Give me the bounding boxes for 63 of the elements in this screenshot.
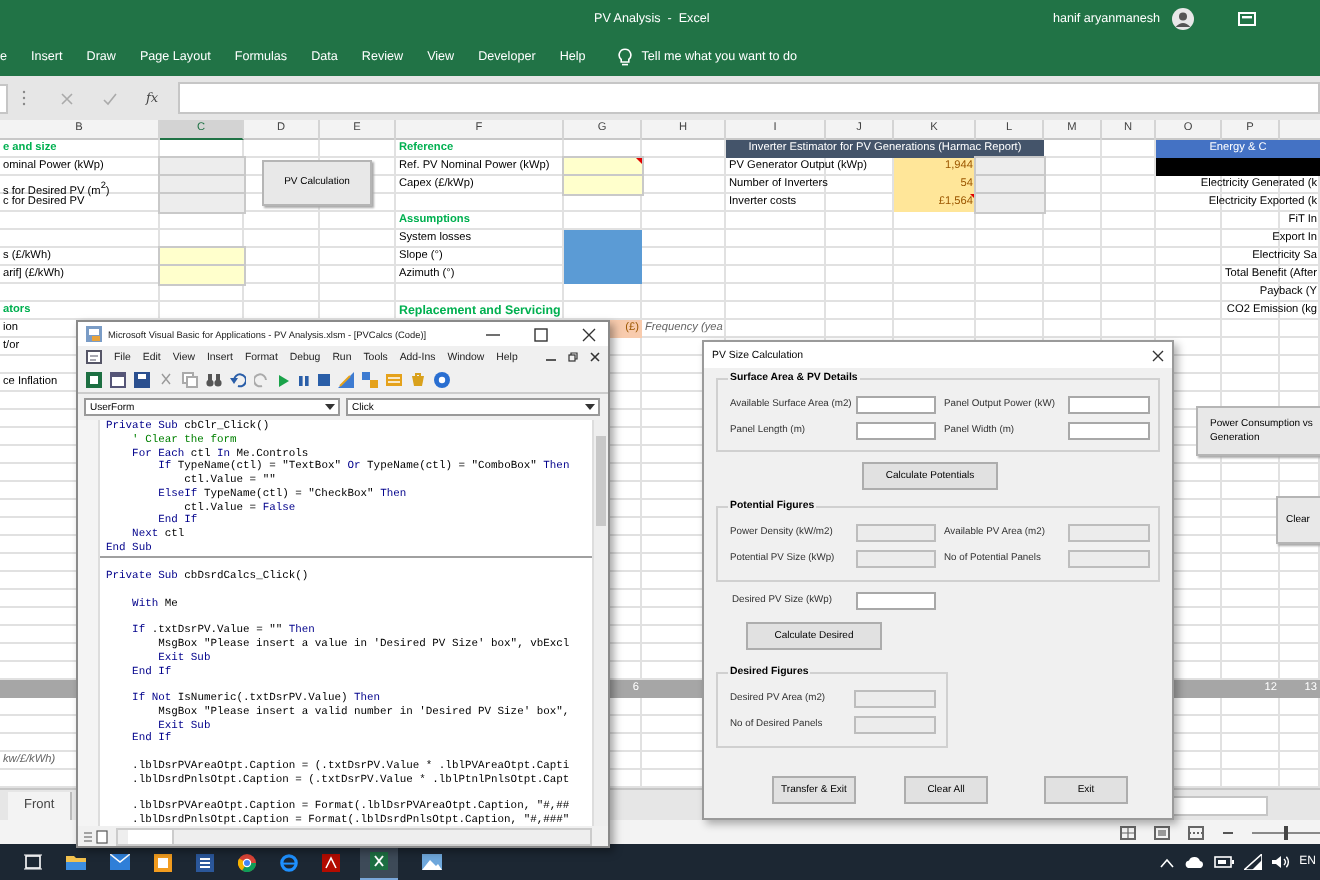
- output-field: [856, 524, 936, 542]
- form-icon[interactable]: [110, 372, 126, 388]
- module-view-icon[interactable]: [96, 829, 108, 843]
- lightbulb-icon[interactable]: [617, 47, 632, 65]
- run-icon[interactable]: [278, 373, 290, 387]
- page-layout-icon[interactable]: [1154, 825, 1170, 839]
- formula-input[interactable]: [178, 82, 1320, 114]
- folder-icon[interactable]: [66, 854, 86, 870]
- table-cell[interactable]: [160, 194, 244, 212]
- table-cell[interactable]: [160, 266, 244, 284]
- output-field: [1068, 524, 1150, 542]
- pdf-icon[interactable]: [322, 853, 340, 871]
- volume-icon[interactable]: [1271, 854, 1290, 870]
- pause-icon[interactable]: [298, 373, 310, 387]
- horizontal-scrollbar[interactable]: [116, 827, 592, 845]
- normal-view-icon[interactable]: [1120, 825, 1136, 839]
- binoculars-icon[interactable]: [206, 372, 222, 388]
- table-cell[interactable]: [564, 266, 642, 284]
- input-field[interactable]: [856, 592, 936, 610]
- output-field: [1068, 550, 1150, 568]
- browser-icon[interactable]: [238, 853, 256, 871]
- restore-icon[interactable]: [568, 352, 578, 362]
- mail-icon[interactable]: [110, 854, 130, 870]
- chevron-up-icon[interactable]: [1159, 857, 1174, 867]
- table-cell[interactable]: [564, 230, 642, 248]
- task-view-icon[interactable]: [24, 854, 42, 870]
- undo-icon[interactable]: [230, 372, 246, 388]
- photos-icon[interactable]: [422, 854, 442, 870]
- check-icon[interactable]: [102, 91, 118, 105]
- cloud-icon[interactable]: [1183, 856, 1204, 868]
- table-cell[interactable]: [564, 176, 642, 194]
- table-cell[interactable]: [976, 194, 1044, 212]
- input-field[interactable]: [856, 422, 936, 440]
- cut-icon[interactable]: [158, 372, 174, 388]
- edge-browser-icon[interactable]: [280, 853, 298, 871]
- help-icon[interactable]: [434, 372, 450, 388]
- output-field: [854, 690, 936, 708]
- table-cell[interactable]: [1156, 158, 1320, 176]
- document-icon[interactable]: [196, 853, 214, 871]
- editor-app-icon: [86, 326, 102, 342]
- page-break-icon[interactable]: [1188, 825, 1204, 839]
- output-field: [854, 716, 936, 734]
- ribbon-display-icon[interactable]: [1238, 11, 1256, 25]
- caret-icon: [324, 402, 336, 412]
- close-button[interactable]: [1150, 347, 1166, 363]
- note-icon[interactable]: [154, 853, 172, 871]
- avatar-icon[interactable]: [1172, 7, 1194, 29]
- save-icon[interactable]: [134, 372, 150, 388]
- battery-icon[interactable]: [1213, 856, 1234, 868]
- caret-icon: [584, 402, 596, 412]
- spreadsheet-icon[interactable]: [86, 372, 102, 388]
- close-icon[interactable]: [582, 327, 596, 341]
- module-icon[interactable]: [86, 350, 102, 364]
- maximize-icon[interactable]: [534, 327, 548, 341]
- input-field[interactable]: [1068, 396, 1150, 414]
- close-icon[interactable]: [590, 352, 600, 362]
- vertical-scrollbar[interactable]: [592, 420, 608, 826]
- output-field: [856, 550, 936, 568]
- input-field[interactable]: [1068, 422, 1150, 440]
- comment-marker-icon: [636, 158, 642, 164]
- input-field[interactable]: [856, 396, 936, 414]
- wifi-icon[interactable]: [1243, 854, 1262, 870]
- spreadsheet-icon[interactable]: [370, 852, 388, 870]
